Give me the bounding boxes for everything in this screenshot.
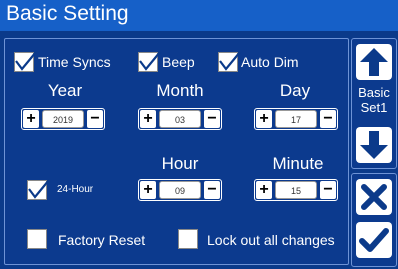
day-value[interactable]: 17 [275, 110, 317, 128]
auto-dim-label: Auto Dim [241, 54, 299, 70]
page-down-button[interactable] [356, 127, 392, 163]
24-hour-label: 24-Hour [57, 184, 94, 195]
minute-value[interactable]: 15 [275, 181, 317, 199]
checkmark-icon [28, 179, 50, 199]
day-decrement-button[interactable]: − [320, 110, 336, 128]
beep-label: Beep [162, 54, 195, 70]
month-stepper: + 03 − [138, 108, 222, 130]
24-hour-checkbox[interactable] [27, 179, 50, 200]
page-indicator-line1: Basic [358, 85, 390, 100]
month-value[interactable]: 03 [159, 110, 201, 128]
minute-header: Minute [272, 154, 324, 173]
page-title: Basic Setting [6, 2, 129, 25]
hour-stepper: + 09 − [138, 179, 222, 201]
checkmark-icon [139, 51, 161, 71]
cancel-button[interactable] [356, 179, 392, 215]
year-stepper: + 2019 − [21, 108, 105, 130]
action-panel [351, 173, 397, 267]
title-bar: Basic Setting [0, 0, 398, 31]
page-nav-panel: Basic Set1 [351, 38, 397, 169]
day-header: Day [279, 81, 311, 100]
auto-dim-checkbox[interactable] [218, 51, 241, 72]
year-header: Year [47, 81, 83, 100]
confirm-button[interactable] [356, 222, 392, 258]
hour-increment-button[interactable]: + [140, 181, 156, 199]
checkmark-icon [219, 51, 241, 71]
settings-panel: Time Syncs Beep Auto Dim Year Month Day … [4, 38, 349, 265]
month-decrement-button[interactable]: − [204, 110, 220, 128]
time-syncs-checkbox[interactable] [14, 51, 37, 72]
factory-reset-label: Factory Reset [58, 232, 146, 248]
month-header: Month [156, 81, 204, 100]
day-increment-button[interactable]: + [256, 110, 272, 128]
time-syncs-label: Time Syncs [38, 54, 111, 70]
page-up-button[interactable] [356, 44, 392, 80]
hour-decrement-button[interactable]: − [204, 181, 220, 199]
year-increment-button[interactable]: + [23, 110, 39, 128]
day-stepper: + 17 − [254, 108, 338, 130]
arrow-down-icon [360, 131, 388, 159]
lockout-checkbox[interactable] [178, 229, 198, 249]
hour-header: Hour [161, 154, 199, 173]
month-increment-button[interactable]: + [140, 110, 156, 128]
x-icon [361, 184, 387, 210]
beep-checkbox[interactable] [138, 51, 161, 72]
checkmark-icon [359, 228, 389, 252]
minute-increment-button[interactable]: + [256, 181, 272, 199]
lockout-label: Lock out all changes [207, 232, 335, 248]
arrow-up-icon [360, 48, 388, 76]
factory-reset-checkbox[interactable] [27, 229, 47, 249]
minute-stepper: + 15 − [254, 179, 338, 201]
hour-value[interactable]: 09 [159, 181, 201, 199]
minute-decrement-button[interactable]: − [320, 181, 336, 199]
page-indicator: Basic Set1 [352, 85, 396, 115]
page-indicator-line2: Set1 [360, 100, 388, 115]
year-value[interactable]: 2019 [42, 110, 84, 128]
year-decrement-button[interactable]: − [87, 110, 103, 128]
checkmark-icon [15, 51, 37, 71]
